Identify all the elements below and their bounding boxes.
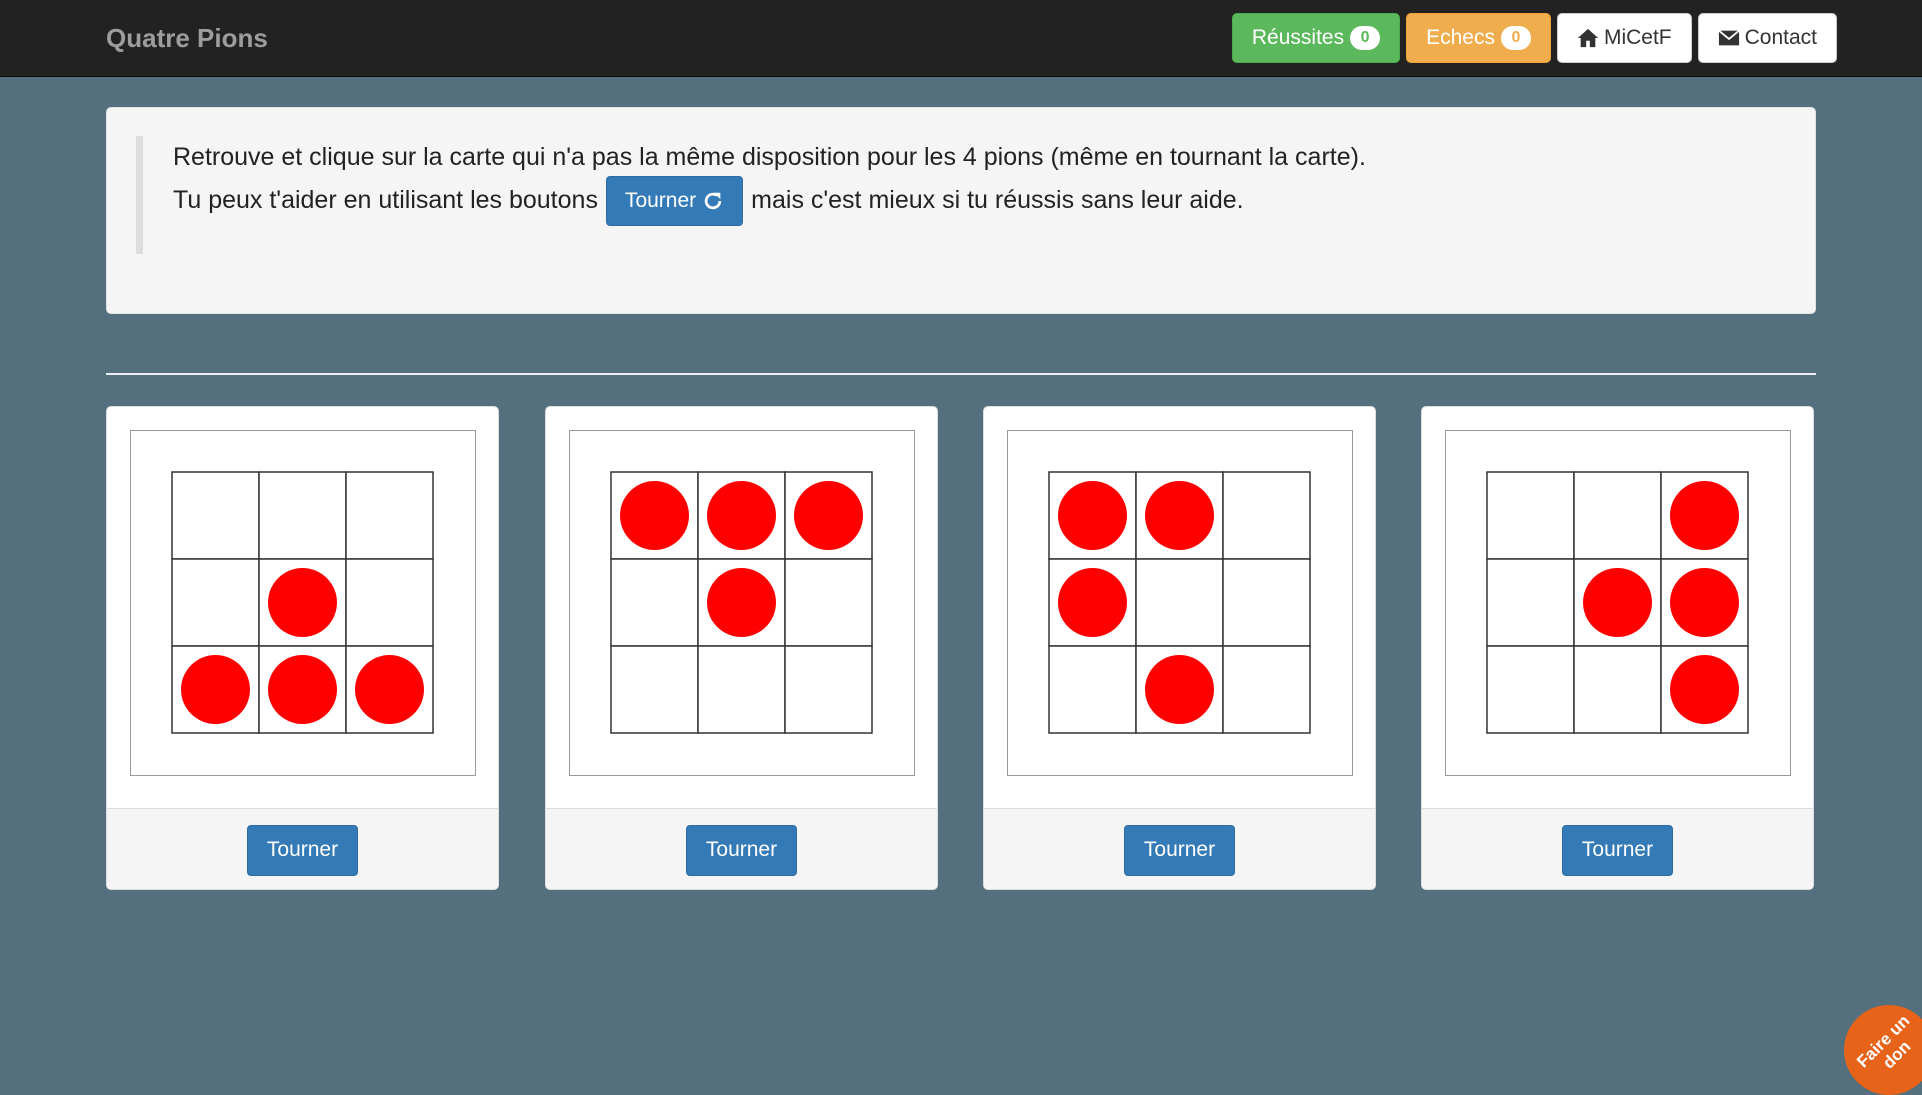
grid-cell bbox=[784, 645, 873, 734]
card-body bbox=[107, 407, 498, 808]
grid-cell bbox=[171, 471, 260, 560]
rotate-button[interactable]: Tourner bbox=[1561, 824, 1674, 876]
pawn-grid[interactable] bbox=[131, 431, 477, 777]
grid-cell bbox=[1486, 558, 1575, 647]
pawn bbox=[181, 655, 250, 724]
success-button[interactable]: Réussites 0 bbox=[1231, 13, 1401, 63]
instructions-blockquote: Retrouve et clique sur la carte qui n'a … bbox=[136, 136, 1366, 254]
grid-cell bbox=[697, 645, 786, 734]
pawn bbox=[620, 481, 689, 550]
rotate-button[interactable]: Tourner bbox=[246, 824, 359, 876]
card-3[interactable]: Tourner bbox=[983, 406, 1376, 890]
grid-cell bbox=[1222, 558, 1311, 647]
grid-cell bbox=[1573, 471, 1662, 560]
grid-cell bbox=[1486, 645, 1575, 734]
card-4[interactable]: Tourner bbox=[1421, 406, 1814, 890]
pawn bbox=[268, 568, 337, 637]
card-body bbox=[546, 407, 937, 808]
card-frame bbox=[1007, 430, 1353, 776]
navbar-buttons: Réussites 0 Echecs 0 MiCetF Contact bbox=[1231, 13, 1837, 63]
pawn bbox=[1583, 568, 1652, 637]
card-frame bbox=[130, 430, 476, 776]
grid-cell bbox=[784, 558, 873, 647]
rotate-button[interactable]: Tourner bbox=[1123, 824, 1236, 876]
card-footer: Tourner bbox=[1422, 808, 1813, 889]
pawn bbox=[1670, 568, 1739, 637]
pawn bbox=[707, 481, 776, 550]
grid-cell bbox=[1573, 645, 1662, 734]
grid-cell bbox=[1486, 471, 1575, 560]
divider bbox=[106, 373, 1816, 375]
card-footer: Tourner bbox=[546, 808, 937, 889]
home-label: MiCetF bbox=[1603, 26, 1672, 49]
card-footer: Tourner bbox=[107, 808, 498, 889]
pawn bbox=[1145, 481, 1214, 550]
grid-cell bbox=[1222, 471, 1311, 560]
grid-cell bbox=[171, 558, 260, 647]
success-count-badge: 0 bbox=[1350, 26, 1381, 50]
brand-title[interactable]: Quatre Pions bbox=[106, 0, 268, 77]
pawn bbox=[794, 481, 863, 550]
instruction-line-2: Tu peux t'aider en utilisant les boutons… bbox=[173, 175, 1366, 226]
card-footer: Tourner bbox=[984, 808, 1375, 889]
example-rotate-button[interactable]: Tourner bbox=[605, 175, 744, 226]
fail-count-badge: 0 bbox=[1500, 26, 1531, 50]
contact-label: Contact bbox=[1744, 26, 1817, 49]
card-1[interactable]: Tourner bbox=[106, 406, 499, 890]
pawn bbox=[268, 655, 337, 724]
instructions-panel: Retrouve et clique sur la carte qui n'a … bbox=[106, 107, 1816, 314]
instruction-line-1: Retrouve et clique sur la carte qui n'a … bbox=[173, 143, 1366, 171]
card-body bbox=[1422, 407, 1813, 808]
instruction-text-after: mais c'est mieux si tu réussis sans leur… bbox=[751, 186, 1244, 214]
grid-cell bbox=[1048, 645, 1137, 734]
pawn bbox=[1670, 655, 1739, 724]
pawn bbox=[1670, 481, 1739, 550]
pawn bbox=[707, 568, 776, 637]
card-frame bbox=[569, 430, 915, 776]
success-label: Réussites bbox=[1251, 26, 1345, 49]
pawn-grid[interactable] bbox=[1446, 431, 1792, 777]
grid-cell bbox=[345, 471, 434, 560]
grid-cell bbox=[258, 471, 347, 560]
rotate-button[interactable]: Tourner bbox=[685, 824, 798, 876]
navbar: Quatre Pions Réussites 0 Echecs 0 MiCetF… bbox=[0, 0, 1922, 77]
refresh-icon bbox=[704, 192, 722, 209]
pawn-grid[interactable] bbox=[1008, 431, 1354, 777]
fail-label: Echecs bbox=[1426, 26, 1495, 49]
grid-cell bbox=[1222, 645, 1311, 734]
instruction-text-before: Tu peux t'aider en utilisant les boutons bbox=[173, 186, 598, 214]
home-button[interactable]: MiCetF bbox=[1556, 13, 1692, 63]
pawn bbox=[1058, 568, 1127, 637]
donate-label: Faire un don bbox=[1853, 1011, 1915, 1073]
pawn-grid[interactable] bbox=[570, 431, 916, 777]
envelope-icon bbox=[1717, 29, 1740, 46]
example-rotate-label: Tourner bbox=[624, 189, 697, 212]
pawn bbox=[1058, 481, 1127, 550]
grid-cell bbox=[1135, 558, 1224, 647]
contact-button[interactable]: Contact bbox=[1697, 13, 1837, 63]
fail-button[interactable]: Echecs 0 bbox=[1406, 13, 1551, 63]
grid-cell bbox=[610, 558, 699, 647]
pawn bbox=[355, 655, 424, 724]
pawn bbox=[1145, 655, 1214, 724]
card-2[interactable]: Tourner bbox=[545, 406, 938, 890]
home-icon bbox=[1577, 28, 1599, 48]
card-frame bbox=[1445, 430, 1791, 776]
grid-cell bbox=[610, 645, 699, 734]
grid-cell bbox=[345, 558, 434, 647]
card-body bbox=[984, 407, 1375, 808]
